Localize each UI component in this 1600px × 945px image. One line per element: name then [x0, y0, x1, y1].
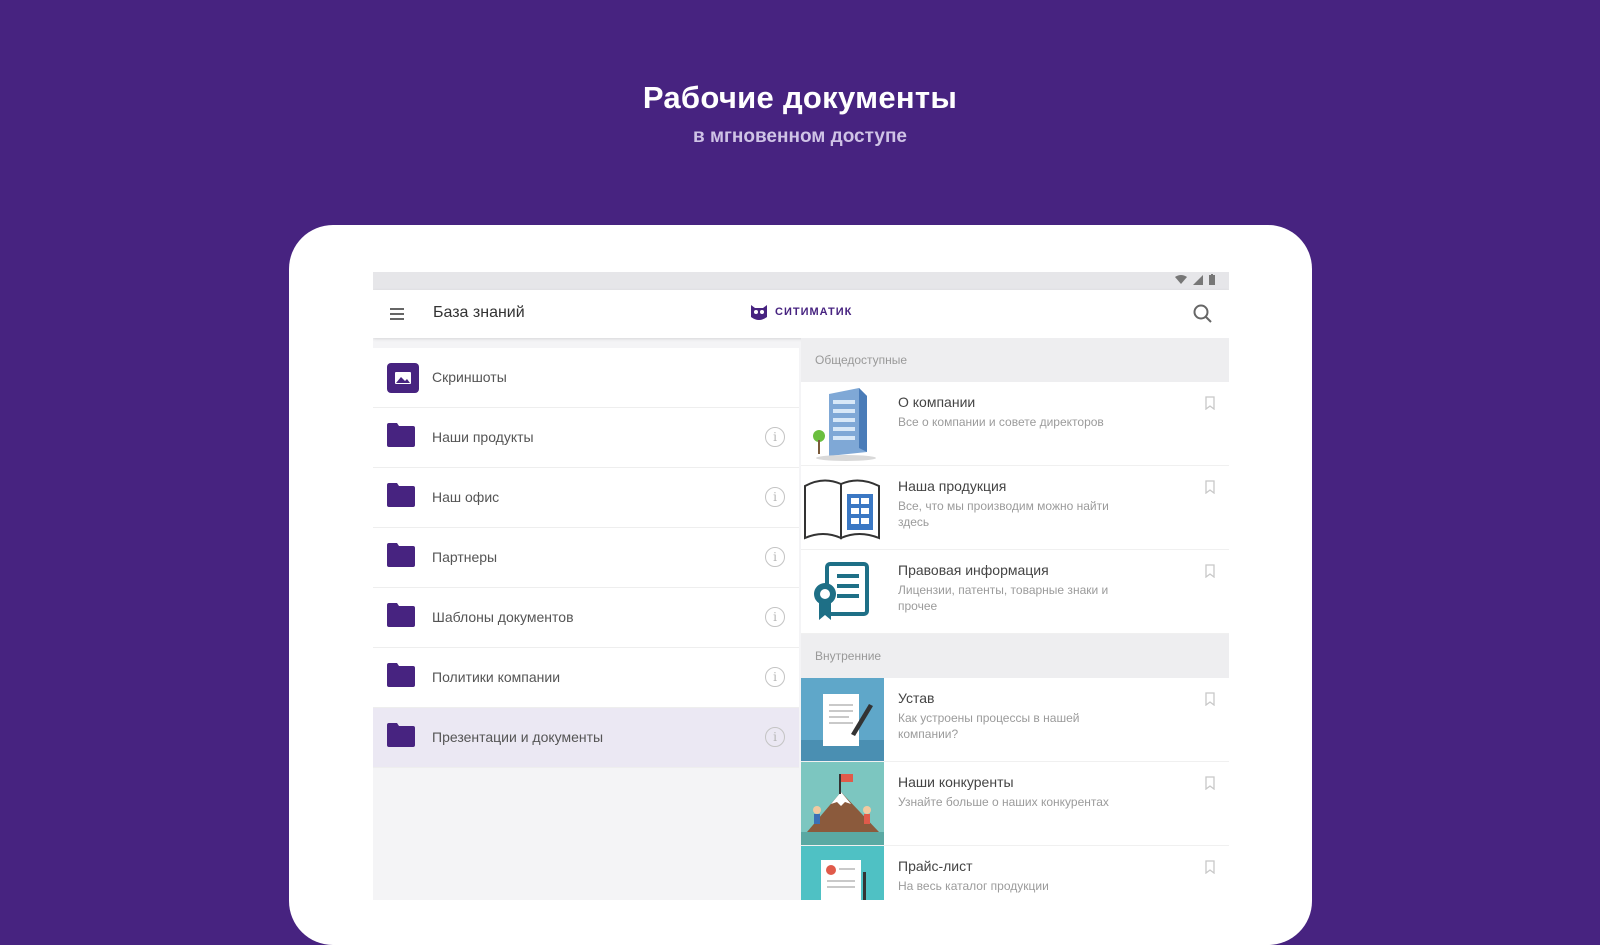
doc-charter[interactable]: Устав Как устроены процессы в нашей комп… [801, 678, 1229, 762]
signal-icon [1193, 274, 1203, 285]
doc-description: Все о компании и совете директоров [898, 415, 1104, 429]
doc-description: Как устроены процессы в нашей компании? [898, 711, 1080, 741]
list-item-label: Скриншоты [432, 369, 507, 385]
list-item-policies[interactable]: Политики компании i [373, 648, 799, 708]
list-item-label: Презентации и документы [432, 729, 604, 745]
status-bar [373, 272, 1229, 290]
doc-title: Устав [898, 690, 935, 706]
doc-description: Лицензии, патенты, товарные знаки и проч… [898, 583, 1109, 613]
bookmark-icon[interactable] [1205, 396, 1215, 410]
folder-icon [387, 723, 415, 747]
doc-title: О компании [898, 394, 976, 410]
documents-pane: Общедоступные О компании Все о компании … [801, 338, 1229, 900]
info-icon[interactable]: i [765, 487, 785, 507]
folder-list: Скриншоты Наши продукты i Наш офис i Пар… [373, 348, 799, 768]
doc-title: Наша продукция [898, 478, 1007, 494]
hero-subtitle: в мгновенном доступе [692, 126, 908, 147]
bookmark-icon[interactable] [1205, 564, 1215, 578]
doc-price-list[interactable]: Прайс-лист На весь каталог продукции [801, 846, 1229, 900]
info-icon[interactable]: i [765, 547, 785, 567]
bookmark-icon[interactable] [1205, 480, 1215, 494]
bookmark-icon[interactable] [1205, 860, 1215, 874]
list-item-presentations[interactable]: Презентации и документы i [373, 708, 799, 768]
competitors-thumbnail [801, 762, 884, 845]
doc-title: Наши конкуренты [898, 774, 1014, 790]
menu-icon[interactable] [387, 304, 409, 324]
doc-about-company[interactable]: О компании Все о компании и совете дирек… [801, 382, 1229, 466]
bookmark-icon[interactable] [1205, 692, 1215, 706]
info-icon[interactable]: i [765, 727, 785, 747]
app-bar-title: База знаний [433, 304, 525, 321]
list-item-products[interactable]: Наши продукты i [373, 408, 799, 468]
search-icon[interactable] [1191, 302, 1215, 326]
list-item-partners[interactable]: Партнеры i [373, 528, 799, 588]
info-icon[interactable]: i [765, 427, 785, 447]
image-icon [387, 363, 419, 393]
list-item-label: Политики компании [432, 669, 561, 685]
list-item-templates[interactable]: Шаблоны документов i [373, 588, 799, 648]
folder-icon [387, 603, 415, 627]
info-icon[interactable]: i [765, 607, 785, 627]
doc-description: На весь каталог продукции [898, 879, 1049, 893]
list-item-label: Наши продукты [432, 429, 534, 445]
brand-logo: СИТИМАТИК [749, 302, 852, 322]
certificate-thumbnail [801, 550, 884, 633]
catalog-thumbnail [801, 466, 884, 549]
wifi-icon [1175, 274, 1187, 284]
section-header-internal: Внутренние [801, 634, 1229, 678]
building-thumbnail [801, 382, 884, 465]
list-item-label: Партнеры [432, 549, 498, 565]
folder-icon [387, 483, 415, 507]
doc-competitors[interactable]: Наши конкуренты Узнайте больше о наших к… [801, 762, 1229, 846]
folder-icon [387, 663, 415, 687]
folder-icon [387, 543, 415, 567]
charter-thumbnail [801, 678, 884, 761]
folder-icon [387, 423, 415, 447]
bookmark-icon[interactable] [1205, 776, 1215, 790]
list-item-screenshots[interactable]: Скриншоты [373, 348, 799, 408]
brand-name: СИТИМАТИК [775, 306, 853, 318]
info-icon[interactable]: i [765, 667, 785, 687]
list-item-label: Наш офис [432, 489, 500, 505]
doc-title: Правовая информация [898, 562, 1049, 578]
section-header-public: Общедоступные [801, 338, 1229, 382]
doc-description: Все, что мы производим можно найти здесь [898, 499, 1109, 529]
app-bar: База знаний СИТИМАТИК [373, 290, 1229, 338]
hero-title: Рабочие документы [642, 80, 958, 115]
list-item-office[interactable]: Наш офис i [373, 468, 799, 528]
doc-our-products[interactable]: Наша продукция Все, что мы производим мо… [801, 466, 1229, 550]
owl-logo-icon [751, 305, 767, 320]
doc-legal-info[interactable]: Правовая информация Лицензии, патенты, т… [801, 550, 1229, 634]
battery-icon [1209, 274, 1215, 285]
app-screen: База знаний СИТИМАТИК Скриншоты Наши про… [373, 272, 1229, 900]
list-item-label: Шаблоны документов [432, 609, 574, 625]
price-list-thumbnail [801, 846, 884, 900]
doc-title: Прайс-лист [898, 858, 973, 874]
doc-description: Узнайте больше о наших конкурентах [898, 795, 1109, 809]
